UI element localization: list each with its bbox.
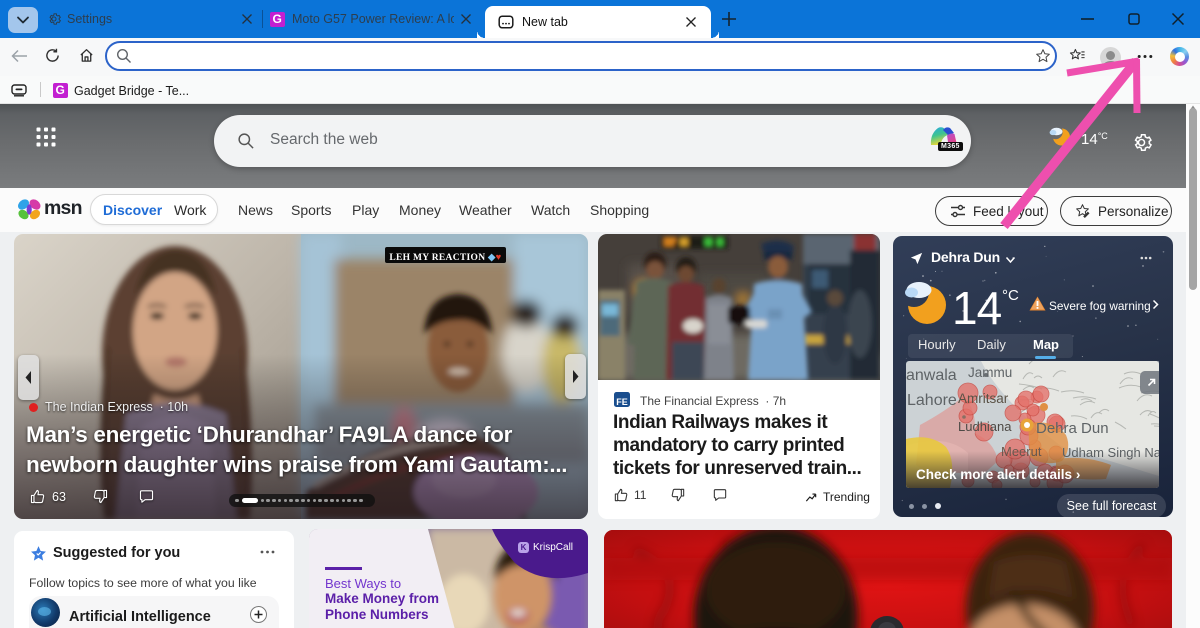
svg-text:Amritsar: Amritsar [958, 391, 1009, 406]
svg-text:anwala: anwala [906, 367, 957, 384]
svg-text:Lahore: Lahore [907, 392, 957, 409]
svg-text:Jammu: Jammu [968, 365, 1012, 380]
svg-text:Ludhiana: Ludhiana [958, 419, 1012, 434]
svg-text:Dehra Dun: Dehra Dun [1036, 420, 1109, 437]
